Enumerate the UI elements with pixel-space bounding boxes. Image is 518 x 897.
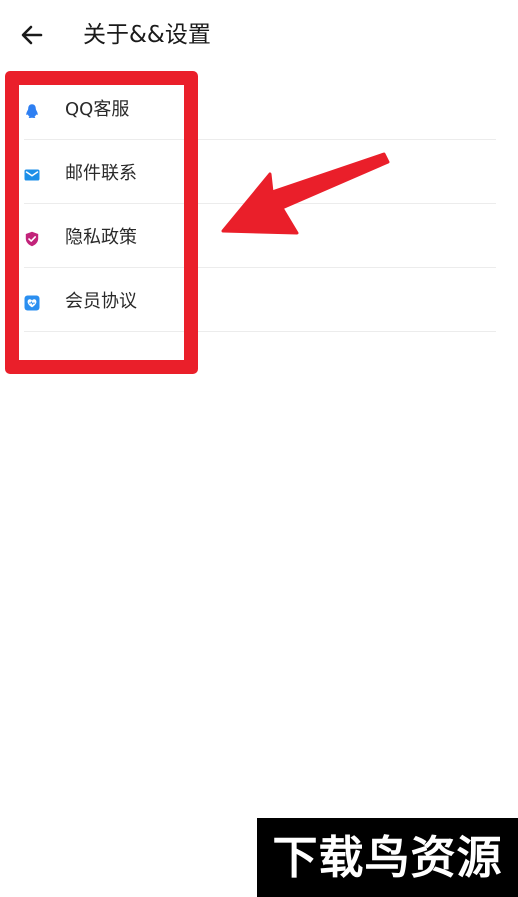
qq-penguin-icon	[24, 103, 40, 119]
menu-item-qq-service[interactable]: QQ客服	[0, 76, 518, 140]
back-button[interactable]	[14, 20, 50, 50]
menu-item-label: 隐私政策	[65, 227, 137, 248]
menu-item-member-agreement[interactable]: 会员协议	[0, 268, 518, 332]
menu-item-email-contact[interactable]: 邮件联系	[0, 140, 518, 204]
watermark: 下载鸟资源	[257, 818, 518, 897]
menu-item-label: QQ客服	[65, 99, 130, 120]
watermark-text: 下载鸟资源	[272, 831, 503, 884]
menu-item-label: 会员协议	[65, 291, 137, 312]
menu-item-label: 邮件联系	[65, 163, 137, 184]
member-badge-icon	[24, 295, 40, 311]
mail-icon	[24, 167, 40, 183]
divider	[24, 331, 496, 332]
menu-item-privacy-policy[interactable]: 隐私政策	[0, 204, 518, 268]
arrow-left-icon	[14, 20, 50, 50]
shield-check-icon	[24, 231, 40, 247]
app-bar: 关于&&设置	[0, 0, 518, 72]
page-title: 关于&&设置	[83, 22, 211, 48]
settings-menu-list: QQ客服 邮件联系 隐私政策 会员协议	[0, 76, 518, 332]
